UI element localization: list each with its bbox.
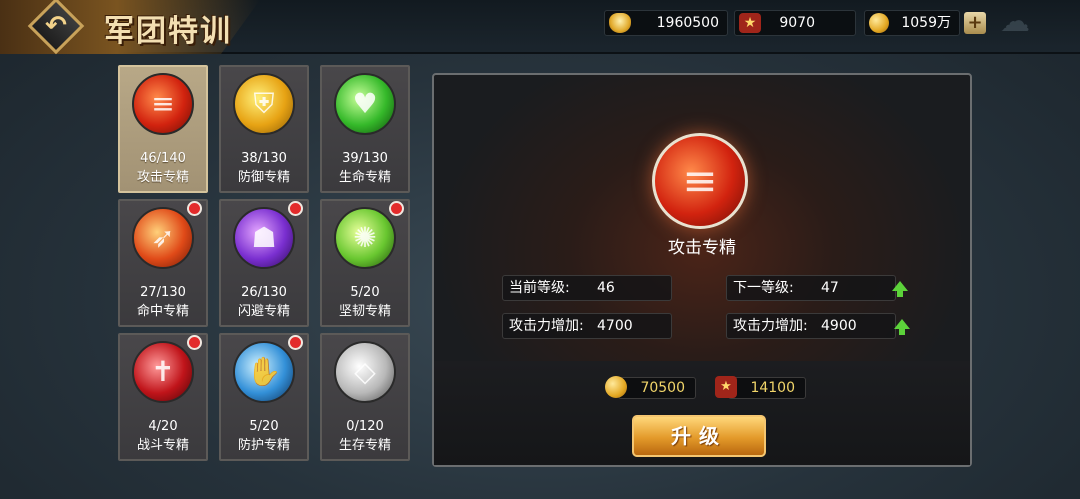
gold-coin-icon <box>869 13 889 33</box>
skill-name: 防御专精 <box>237 170 290 185</box>
gold-ingot-icon <box>609 13 631 33</box>
page-title: 军团特训 <box>104 14 232 49</box>
skill-progress: 46/140 <box>140 151 186 166</box>
skill-progress: 27/130 <box>140 285 186 300</box>
next-level-value: 47 <box>821 280 839 296</box>
notification-dot-icon <box>187 335 202 350</box>
attack-skill-large-icon: ≡ <box>652 133 748 229</box>
skill-card[interactable]: ✋ 5/20 防护专精 <box>219 333 309 461</box>
gold-cost: 70500 <box>605 376 696 399</box>
combat-icon: ✝ <box>132 341 194 403</box>
gold-ingot-value: 1960500 <box>656 15 719 31</box>
current-level-field: 当前等级: 46 <box>502 275 672 301</box>
skill-name: 坚韧专精 <box>338 304 391 319</box>
notification-dot-icon <box>389 201 404 216</box>
notification-dot-icon <box>288 201 303 216</box>
skill-name: 生命专精 <box>338 170 391 185</box>
tenacity-icon: ✺ <box>334 207 396 269</box>
skill-card[interactable]: ◇ 0/120 生存专精 <box>320 333 410 461</box>
star-medal-icon: ★ <box>739 13 761 33</box>
next-attack-field: 攻击力增加: 4900 <box>726 313 896 339</box>
skill-detail-panel: ≡ 攻击专精 当前等级: 46 下一等级: 47 攻击力增加: 4700 攻击力… <box>432 73 972 467</box>
attack-up-arrow-icon <box>894 319 910 335</box>
skill-card[interactable]: ⛨ 38/130 防御专精 <box>219 65 309 193</box>
skill-progress: 0/120 <box>346 419 384 434</box>
skill-name: 命中专精 <box>136 304 189 319</box>
skill-name: 战斗专精 <box>136 438 189 453</box>
level-up-arrow-icon <box>892 281 908 297</box>
heart-icon: ♥ <box>334 73 396 135</box>
dodge-icon: ☗ <box>233 207 295 269</box>
shield-icon: ⛨ <box>233 73 295 135</box>
skill-card[interactable]: ≡ 46/140 攻击专精 <box>118 65 208 193</box>
skill-card[interactable]: ☗ 26/130 闪避专精 <box>219 199 309 327</box>
current-level-label: 当前等级: <box>509 280 570 296</box>
skill-name: 闪避专精 <box>237 304 290 319</box>
star-cost-value: 14100 <box>750 380 795 396</box>
skill-progress: 39/130 <box>342 151 388 166</box>
attack-icon: ≡ <box>132 73 194 135</box>
cloud-ornament-icon: ☁ <box>1000 4 1030 39</box>
skill-card[interactable]: ✺ 5/20 坚韧专精 <box>320 199 410 327</box>
gold-ingot-counter: 1960500 <box>604 10 728 36</box>
star-cost: ★ 14100 <box>715 376 806 399</box>
current-attack-value: 4700 <box>597 318 633 334</box>
skill-card[interactable]: ➶ 27/130 命中专精 <box>118 199 208 327</box>
upgrade-button[interactable]: 升级 <box>632 415 766 457</box>
star-medal-icon: ★ <box>715 376 737 398</box>
gold-coin-counter: 1059万 <box>864 10 960 36</box>
next-level-label: 下一等级: <box>733 280 794 296</box>
skill-name: 生存专精 <box>338 438 391 453</box>
skill-progress: 4/20 <box>148 419 178 434</box>
gold-coin-icon <box>605 376 627 398</box>
next-attack-value: 4900 <box>821 318 857 334</box>
skill-name: 防护专精 <box>237 438 290 453</box>
survival-icon: ◇ <box>334 341 396 403</box>
star-medal-counter: ★ 9070 <box>734 10 856 36</box>
hand-icon: ✋ <box>233 341 295 403</box>
current-level-value: 46 <box>597 280 615 296</box>
notification-dot-icon <box>288 335 303 350</box>
current-attack-label: 攻击力增加: <box>509 318 584 334</box>
add-currency-button[interactable]: + <box>964 12 986 34</box>
gold-coin-value: 1059万 <box>901 15 951 31</box>
next-attack-label: 攻击力增加: <box>733 318 808 334</box>
skill-card[interactable]: ♥ 39/130 生命专精 <box>320 65 410 193</box>
skill-progress: 5/20 <box>350 285 380 300</box>
back-arrow-icon[interactable]: ↶ <box>40 8 72 44</box>
skill-progress: 5/20 <box>249 419 279 434</box>
gold-cost-value: 70500 <box>640 380 685 396</box>
arrow-icon: ➶ <box>132 207 194 269</box>
skill-progress: 26/130 <box>241 285 287 300</box>
current-attack-field: 攻击力增加: 4700 <box>502 313 672 339</box>
star-medal-value: 9070 <box>779 15 815 31</box>
next-level-field: 下一等级: 47 <box>726 275 896 301</box>
skill-detail-title: 攻击专精 <box>668 238 736 258</box>
skill-name: 攻击专精 <box>136 170 189 185</box>
skill-progress: 38/130 <box>241 151 287 166</box>
skill-card[interactable]: ✝ 4/20 战斗专精 <box>118 333 208 461</box>
notification-dot-icon <box>187 201 202 216</box>
